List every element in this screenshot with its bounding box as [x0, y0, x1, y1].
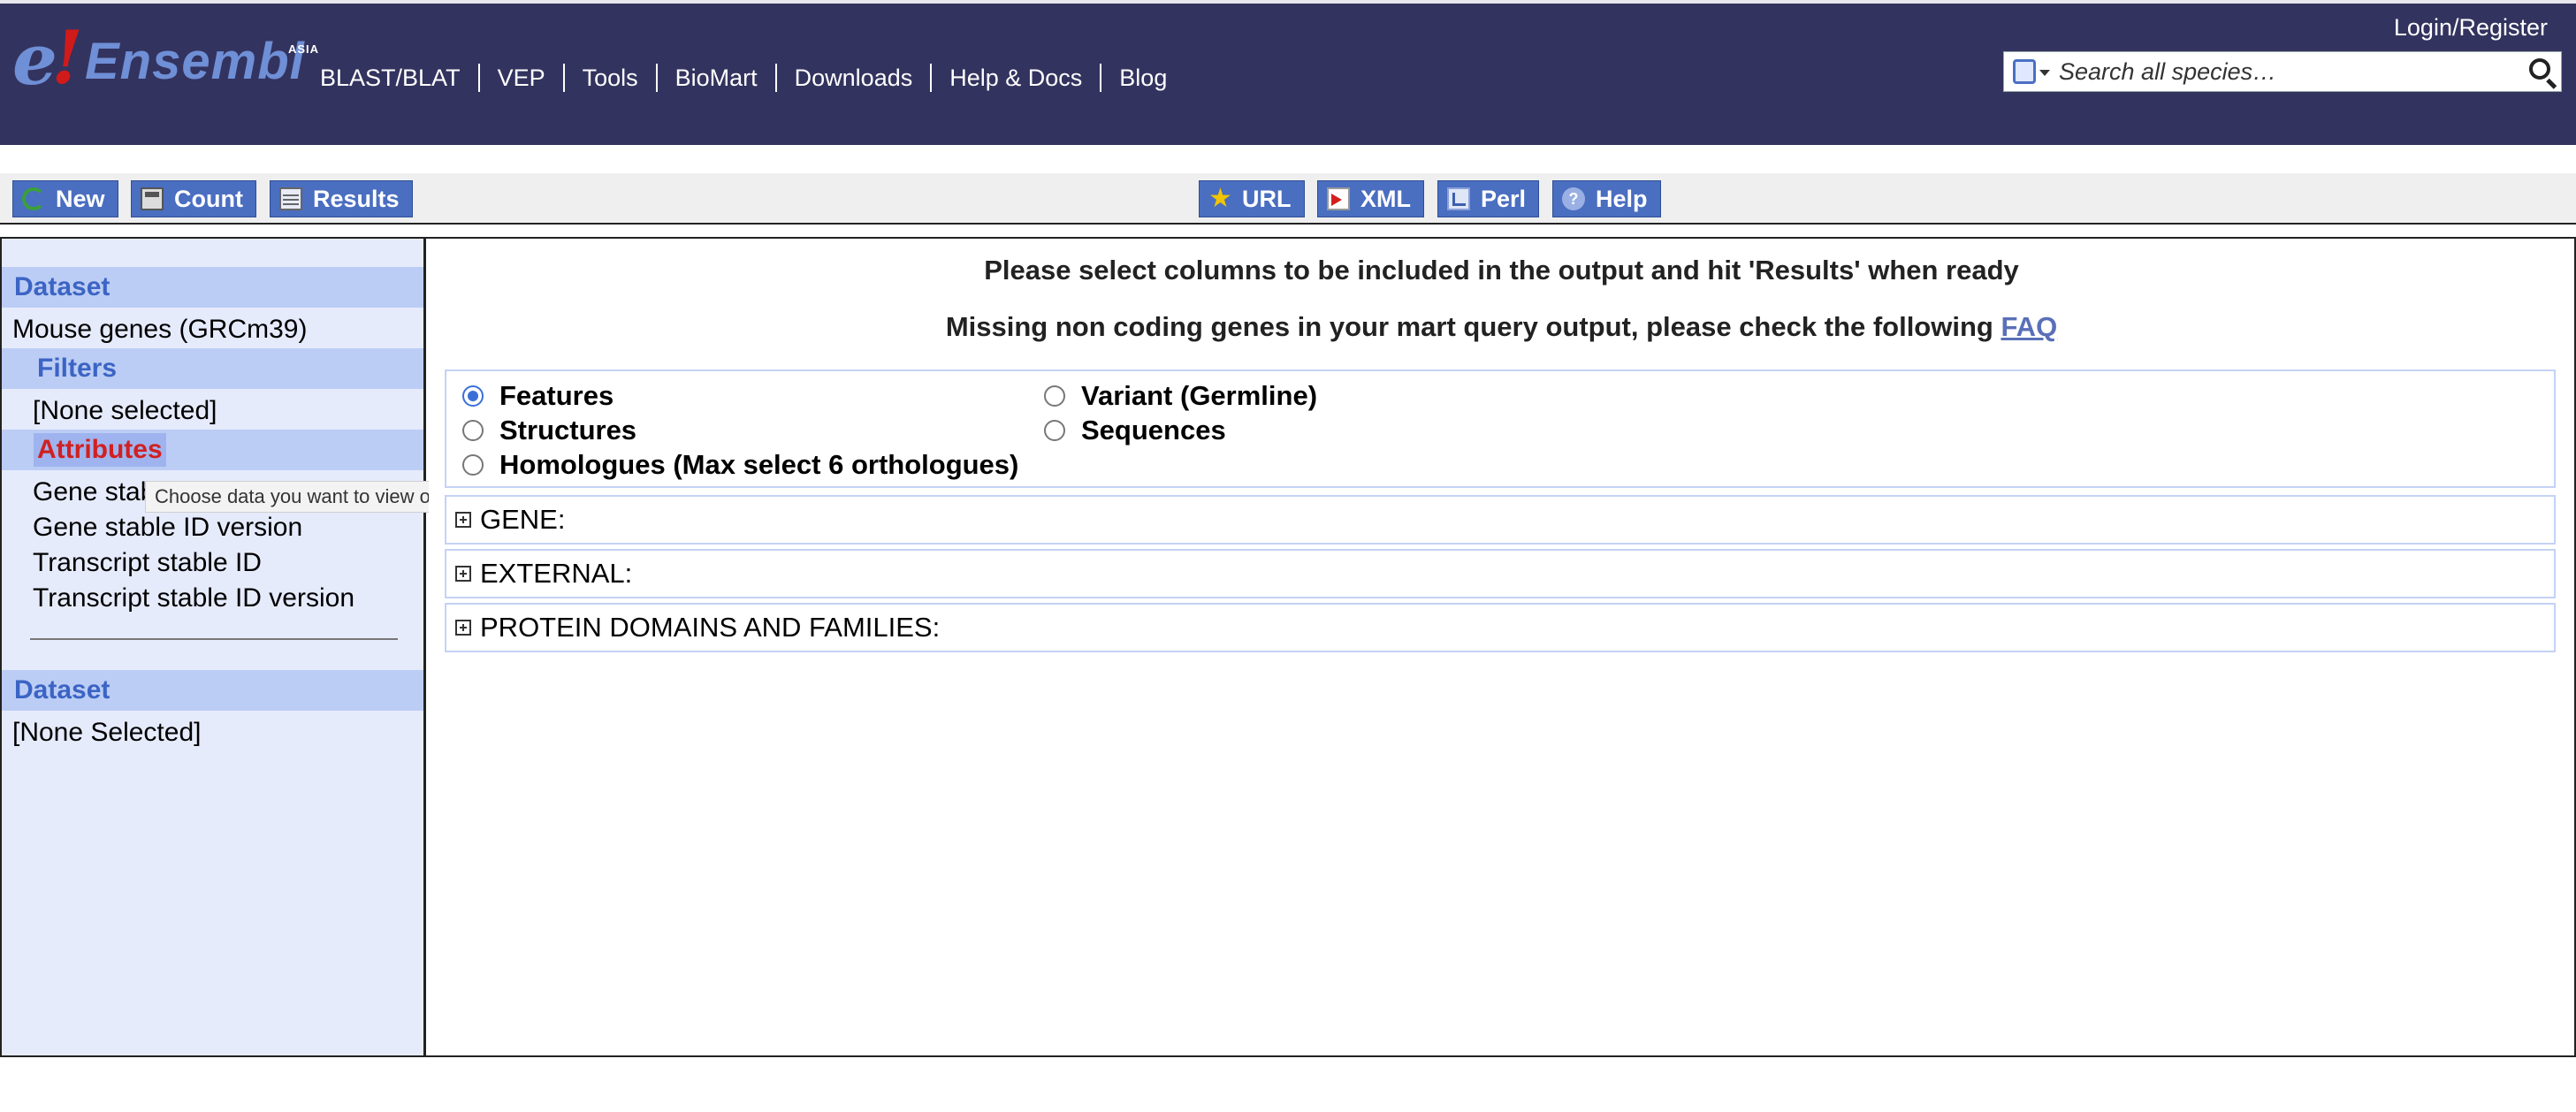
perl-button[interactable]: Perl: [1437, 180, 1540, 217]
sidebar-dataset-heading[interactable]: Dataset: [2, 267, 423, 308]
url-button[interactable]: ★ URL: [1199, 180, 1305, 217]
search-icon[interactable]: [2522, 52, 2561, 91]
results-button-label: Results: [313, 185, 400, 212]
calculator-icon: [141, 187, 164, 210]
xml-icon: [1327, 187, 1350, 210]
logo-wordmark: Ensembl: [85, 33, 305, 90]
radio-button[interactable]: [1044, 385, 1065, 407]
logo-bang-glyph: !: [51, 16, 83, 101]
section-protein-label: PROTEIN DOMAINS AND FAMILIES:: [480, 612, 941, 643]
section-external[interactable]: EXTERNAL:: [445, 549, 2556, 598]
help-icon: ?: [1562, 187, 1585, 210]
help-button[interactable]: ? Help: [1552, 180, 1661, 217]
main-frame: Dataset Mouse genes (GRCm39) Filters [No…: [0, 237, 2576, 1057]
ensembl-logo[interactable]: e ! Ensembl ASIA: [12, 16, 318, 101]
radio-features-label: Features: [499, 380, 614, 411]
radio-homologues-label: Homologues (Max select 6 orthologues): [499, 449, 1019, 480]
radio-button[interactable]: [1044, 420, 1065, 441]
new-button[interactable]: New: [12, 180, 118, 217]
xml-button[interactable]: XML: [1317, 180, 1424, 217]
radio-homologues[interactable]: Homologues (Max select 6 orthologues): [462, 449, 1018, 481]
logo-badge: ASIA: [288, 42, 320, 56]
count-button-label: Count: [174, 185, 243, 212]
nav-downloads[interactable]: Downloads: [774, 64, 931, 92]
masthead: e ! Ensembl ASIA BLAST/BLAT VEP Tools Bi…: [0, 0, 2576, 145]
sidebar-dataset-value[interactable]: Mouse genes (GRCm39): [12, 315, 307, 345]
top-navigation: BLAST/BLAT VEP Tools BioMart Downloads H…: [308, 60, 1185, 95]
sidebar-filters-value[interactable]: [None selected]: [33, 396, 217, 426]
radio-sequences[interactable]: Sequences: [1044, 415, 1226, 446]
sidebar-attribute-item[interactable]: Gene stable ID version: [33, 513, 302, 543]
radio-variant-label: Variant (Germline): [1081, 380, 1318, 411]
url-button-label: URL: [1242, 185, 1292, 212]
new-button-label: New: [56, 185, 105, 212]
sidebar-dataset2-value[interactable]: [None Selected]: [12, 718, 201, 748]
nav-blast[interactable]: BLAST/BLAT: [308, 64, 478, 92]
query-summary-sidebar: Dataset Mouse genes (GRCm39) Filters [No…: [2, 239, 493, 1055]
sidebar-attribute-item[interactable]: Transcript stable ID: [33, 548, 262, 578]
perl-icon: [1447, 187, 1470, 210]
section-gene[interactable]: GENE:: [445, 495, 2556, 545]
sidebar-dataset2-heading[interactable]: Dataset: [2, 670, 423, 711]
biomart-toolbar: New Count Results ★ URL XML Perl ? Help: [0, 173, 2576, 225]
attribute-panel: Please select columns to be included in …: [429, 239, 2574, 1055]
sidebar-divider: [30, 638, 398, 640]
nav-tools[interactable]: Tools: [562, 64, 656, 92]
instruction-message: Please select columns to be included in …: [984, 255, 2019, 286]
radio-button[interactable]: [462, 420, 484, 441]
species-search-box: [2003, 51, 2562, 92]
nav-help-docs[interactable]: Help & Docs: [930, 64, 1100, 92]
xml-button-label: XML: [1360, 185, 1411, 212]
results-button[interactable]: Results: [270, 180, 413, 217]
nav-vep[interactable]: VEP: [477, 64, 563, 92]
expand-icon[interactable]: [455, 620, 471, 636]
refresh-icon: [22, 187, 45, 210]
radio-variant-germline[interactable]: Variant (Germline): [1044, 380, 1317, 412]
radio-button-selected[interactable]: [462, 385, 484, 407]
perl-button-label: Perl: [1481, 185, 1527, 212]
nav-biomart[interactable]: BioMart: [655, 64, 775, 92]
section-gene-label: GENE:: [480, 504, 566, 535]
faq-link[interactable]: FAQ: [2001, 311, 2057, 342]
radio-structures-label: Structures: [499, 415, 637, 446]
radio-features[interactable]: Features: [462, 380, 614, 412]
count-button[interactable]: Count: [131, 180, 256, 217]
sidebar-filters-heading[interactable]: Filters: [2, 348, 423, 389]
radio-sequences-label: Sequences: [1081, 415, 1226, 446]
sidebar-attribute-item[interactable]: Transcript stable ID version: [33, 583, 354, 613]
expand-icon[interactable]: [455, 512, 471, 528]
section-external-label: EXTERNAL:: [480, 558, 633, 589]
star-icon: ★: [1208, 184, 1232, 213]
nav-blog[interactable]: Blog: [1100, 64, 1185, 92]
faq-message: Missing non coding genes in your mart qu…: [429, 311, 2574, 343]
sidebar-attributes-label: Attributes: [34, 433, 166, 467]
species-selector-icon[interactable]: [2009, 54, 2050, 89]
search-input[interactable]: [2046, 54, 2522, 89]
faq-message-text: Missing non coding genes in your mart qu…: [945, 311, 2001, 342]
radio-structures[interactable]: Structures: [462, 415, 636, 446]
radio-button[interactable]: [462, 454, 484, 476]
expand-icon[interactable]: [455, 566, 471, 582]
help-button-label: Help: [1596, 185, 1648, 212]
section-protein-domains[interactable]: PROTEIN DOMAINS AND FAMILIES:: [445, 603, 2556, 652]
login-register-link[interactable]: Login/Register: [2394, 14, 2548, 42]
sidebar-attributes-heading[interactable]: Attributes: [2, 430, 423, 470]
table-icon: [279, 187, 302, 210]
attribute-page-selector: Features Variant (Germline) Structures S…: [445, 369, 2556, 488]
